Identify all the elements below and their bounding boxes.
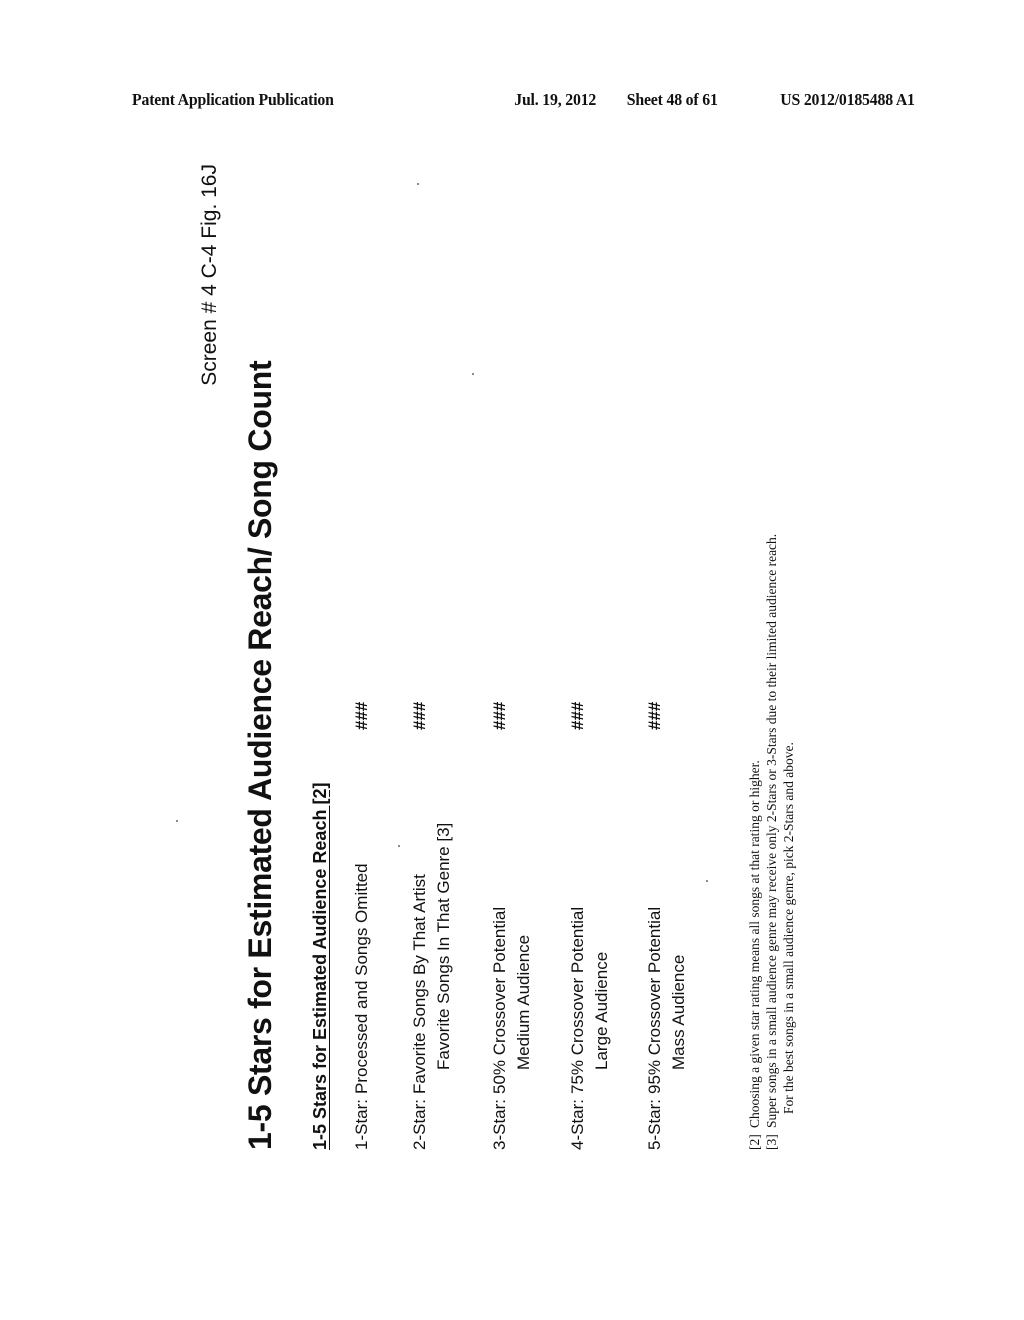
- song-count: ###: [568, 701, 587, 730]
- scan-speck: [472, 373, 474, 375]
- footnote-ref: [2]: [747, 1134, 762, 1150]
- footnote-text: Super songs in a small audience genre ma…: [764, 533, 779, 1128]
- rotated-figure: Screen # 4 C-4 Fig. 16J 1-5 Stars for Es…: [180, 160, 820, 1160]
- sheet-number: Sheet 48 of 61: [626, 90, 718, 109]
- star-description: 75% Crossover Potential: [568, 906, 587, 1094]
- song-count: ###: [645, 701, 664, 730]
- song-count: ###: [410, 701, 429, 730]
- song-count: ###: [352, 701, 371, 730]
- publication-date: Jul. 19, 2012: [514, 90, 597, 109]
- scan-speck: [417, 183, 419, 185]
- section-heading[interactable]: 1-5 Stars for Estimated Audience Reach […: [310, 783, 331, 1150]
- star-description-secondary: Large Audience: [592, 951, 611, 1070]
- star-description: Favorite Songs By That Artist: [410, 874, 429, 1094]
- star-level-label: 5-Star:: [645, 1098, 664, 1150]
- star-level-label: 1-Star:: [352, 1098, 371, 1150]
- publication-type: Patent Application Publication: [132, 90, 334, 109]
- scan-speck: [176, 820, 178, 822]
- star-description-secondary: Mass Audience: [669, 954, 688, 1070]
- song-count: ###: [490, 701, 509, 730]
- footnote-text: Choosing a given star rating means all s…: [747, 760, 762, 1128]
- figure-label: Screen # 4 C-4 Fig. 16J: [198, 164, 221, 386]
- star-description-secondary: Favorite Songs In That Genre [3]: [434, 822, 453, 1070]
- footnote-ref: [3]: [764, 1134, 779, 1150]
- footnotes: [2] Choosing a given star rating means al…: [746, 534, 797, 1150]
- patent-header: Patent Application Publication Jul. 19, …: [132, 90, 915, 120]
- star-description: 95% Crossover Potential: [645, 906, 664, 1094]
- star-description: 50% Crossover Potential: [490, 906, 509, 1094]
- footnote-text: For the best songs in a small audience g…: [781, 742, 796, 1114]
- star-description-secondary: Medium Audience: [514, 934, 533, 1070]
- footnote-continuation: For the best songs in a small audience g…: [780, 534, 797, 1150]
- footnote: [2] Choosing a given star rating means al…: [746, 534, 763, 1150]
- publication-number: US 2012/0185488 A1: [780, 90, 915, 109]
- star-level-label: 4-Star:: [568, 1098, 587, 1150]
- star-description: Processed and Songs Omitted: [352, 863, 371, 1094]
- star-level-label: 3-Star:: [490, 1098, 509, 1150]
- star-level-label: 2-Star:: [410, 1098, 429, 1150]
- scan-speck: [398, 845, 400, 847]
- footnote: [3] Super songs in a small audience genre…: [763, 534, 780, 1150]
- screen-title: 1-5 Stars for Estimated Audience Reach/ …: [242, 360, 278, 1150]
- scan-speck: [706, 880, 708, 882]
